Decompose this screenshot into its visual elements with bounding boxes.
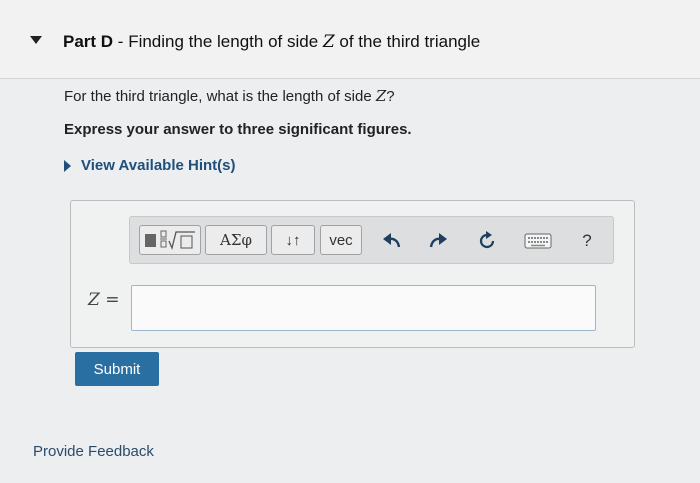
view-hints-link[interactable]: View Available Hint(s)	[64, 157, 236, 174]
question-variable: Z	[375, 87, 387, 105]
collapse-caret-icon[interactable]	[30, 36, 42, 44]
greek-symbols-label: ΑΣφ	[220, 231, 252, 249]
provide-feedback-link[interactable]: Provide Feedback	[33, 443, 154, 460]
title-variable: Z	[322, 32, 335, 52]
redo-icon	[429, 233, 447, 248]
instruction-text: Express your answer to three significant…	[64, 121, 412, 138]
help-button[interactable]: ?	[574, 229, 600, 253]
submit-label: Submit	[93, 360, 141, 378]
reset-button[interactable]	[474, 229, 500, 253]
vector-label: vec	[329, 231, 353, 249]
reset-icon	[479, 231, 495, 249]
title-separator: -	[113, 32, 129, 51]
arrows-button[interactable]: ↓↑	[271, 225, 315, 255]
templates-button[interactable]	[139, 225, 201, 255]
answer-input[interactable]	[131, 285, 596, 331]
title-text: Finding the length of side	[128, 32, 323, 51]
greek-symbols-button[interactable]: ΑΣφ	[205, 225, 267, 255]
part-header: Part D - Finding the length of side Z of…	[0, 0, 700, 79]
undo-icon	[383, 233, 401, 248]
question-text: For the third triangle, what is the leng…	[64, 87, 395, 105]
arrows-label: ↓↑	[285, 231, 301, 249]
equals-sign: =	[99, 290, 120, 310]
keyboard-icon	[524, 233, 552, 249]
answer-variable: Z	[88, 290, 100, 310]
part-title: Part D - Finding the length of side Z of…	[63, 32, 480, 52]
view-hints-label: View Available Hint(s)	[81, 157, 236, 174]
expand-arrow-icon	[64, 160, 71, 173]
keyboard-button[interactable]	[523, 229, 553, 253]
question-suffix: ?	[386, 88, 395, 105]
redo-button[interactable]	[425, 229, 451, 253]
submit-button[interactable]: Submit	[75, 352, 159, 386]
fraction-sqrt-templates-icon	[145, 230, 195, 251]
help-icon: ?	[582, 231, 592, 250]
math-toolbar: ΑΣφ ↓↑ vec ?	[129, 216, 614, 264]
question-body: For the third triangle, what is the leng…	[64, 88, 376, 105]
undo-button[interactable]	[379, 229, 405, 253]
title-suffix: of the third triangle	[334, 32, 481, 51]
part-label: Part D	[63, 32, 114, 51]
vector-button[interactable]: vec	[320, 225, 362, 255]
answer-variable-label: Z =	[88, 290, 119, 310]
